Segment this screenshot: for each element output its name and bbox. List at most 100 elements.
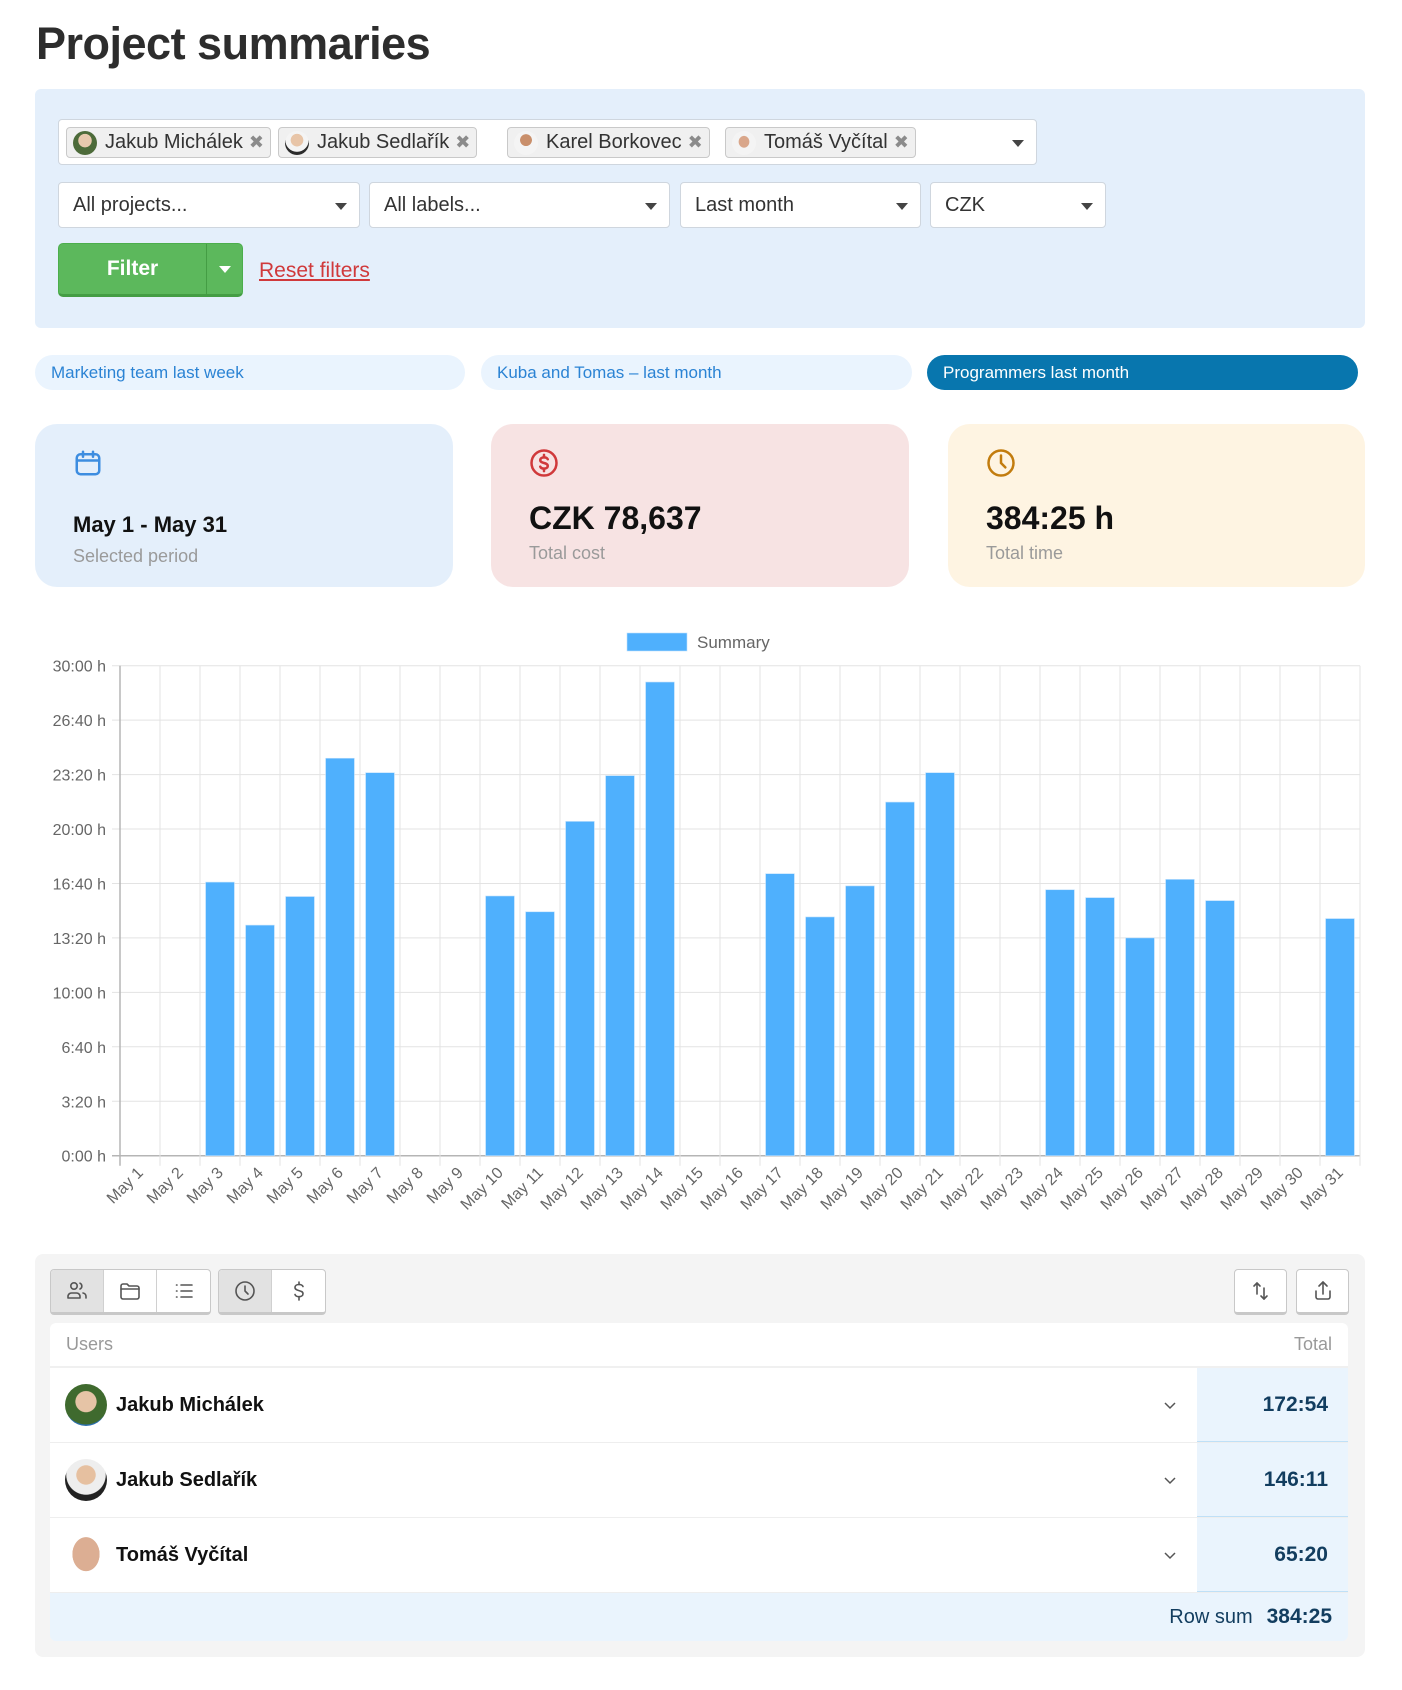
user-avatar [732,130,756,155]
list-icon [175,1284,193,1298]
group-by-tasks-button[interactable] [157,1270,210,1312]
bar-may-7 [365,772,395,1156]
x-tick-label: May 5 [264,1164,307,1207]
bar-may-26 [1125,937,1155,1156]
user-name: Jakub Michálek [116,1393,264,1416]
labels-select-value: All labels... [384,193,481,216]
dollar-icon [293,1281,304,1301]
bar-may-14 [645,681,675,1156]
users-summary-table: Users Total Jakub Michálek 172:54 Jakub … [50,1323,1348,1641]
bar-may-10 [485,895,515,1157]
user-chip: Jakub Michálek ✖ [66,127,271,158]
expand-chevron-icon[interactable] [1163,1548,1177,1562]
remove-icon[interactable]: ✖ [455,132,470,153]
total-time-label: Total time [986,543,1064,563]
table-header: Users Total [50,1323,1348,1368]
x-tick-label: May 2 [144,1164,187,1207]
sort-button[interactable] [1234,1269,1287,1315]
bar-may-25 [1085,897,1115,1157]
saved-filter-tab-active[interactable]: Programmers last month [927,355,1358,390]
x-tick-label: May 14 [618,1164,667,1213]
total-cost-card: CZK 78,637 Total cost [491,424,909,587]
user-chip: Jakub Sedlařík ✖ [278,127,478,158]
x-tick-label: May 17 [738,1164,787,1213]
currency-select[interactable]: CZK [930,182,1106,228]
bar-may-17 [765,873,795,1156]
group-by-toolbar [50,1269,211,1315]
reset-filters-link[interactable]: Reset filters [259,259,370,283]
user-chip-label: Tomáš Vyčítal [764,131,888,153]
remove-icon[interactable]: ✖ [688,132,703,153]
metric-toolbar [218,1269,326,1315]
y-tick-label: 23:20 h [53,768,106,785]
x-tick-label: May 26 [1098,1164,1147,1213]
chevron-down-icon [1081,203,1093,210]
period-select[interactable]: Last month [680,182,921,228]
user-chip: Tomáš Vyčítal ✖ [725,127,916,158]
bar-may-18 [805,916,835,1157]
bar-may-21 [925,772,955,1156]
expand-chevron-icon[interactable] [1163,1473,1177,1487]
user-avatar [285,130,309,155]
x-tick-label: May 27 [1138,1164,1187,1213]
x-tick-label: May 11 [499,1164,547,1212]
table-row[interactable]: Tomáš Vyčítal 65:20 [50,1518,1348,1593]
x-tick-label: May 29 [1218,1164,1267,1213]
bar-may-12 [565,821,595,1156]
y-tick-label: 0:00 h [62,1149,106,1166]
bar-may-6 [325,757,355,1157]
user-name: Jakub Sedlařík [116,1468,258,1491]
metric-time-button[interactable] [219,1270,272,1312]
x-tick-label: May 22 [938,1164,987,1213]
bar-may-27 [1165,879,1195,1156]
x-tick-label: May 21 [898,1164,947,1213]
y-tick-label: 30:00 h [53,659,106,676]
x-tick-label: May 1 [104,1164,147,1207]
x-tick-label: May 24 [1018,1164,1067,1213]
currency-select-value: CZK [945,193,985,216]
user-total: 172:54 [1197,1368,1348,1442]
x-tick-label: May 25 [1058,1164,1107,1213]
saved-filter-tab[interactable]: Kuba and Tomas – last month [481,355,912,390]
export-button[interactable] [1296,1269,1349,1315]
y-tick-label: 26:40 h [53,713,106,730]
avatar [65,1534,107,1576]
y-tick-label: 3:20 h [62,1094,106,1111]
users-icon [67,1281,87,1299]
filter-button[interactable]: Filter [59,244,207,294]
remove-icon[interactable]: ✖ [249,132,264,153]
saved-filter-tab[interactable]: Marketing team last week [35,355,465,390]
bar-may-31 [1325,918,1355,1157]
expand-chevron-icon[interactable] [1163,1398,1177,1412]
x-tick-label: May 4 [224,1164,267,1207]
column-header-users: Users [66,1334,114,1354]
metric-cost-button[interactable] [272,1270,325,1312]
legend-label: Summary [697,633,770,652]
bar-may-20 [885,801,915,1156]
remove-icon[interactable]: ✖ [894,132,909,153]
table-row[interactable]: Jakub Sedlařík 146:11 [50,1443,1348,1518]
bar-may-11 [525,911,555,1156]
avatar [65,1459,107,1501]
users-multiselect[interactable]: Jakub Michálek ✖ Jakub Sedlařík ✖ Karel … [58,119,1037,165]
group-by-projects-button[interactable] [104,1270,157,1312]
total-time-card: 384:25 h Total time [948,424,1365,587]
chevron-down-icon[interactable] [1012,140,1024,147]
projects-select[interactable]: All projects... [58,182,360,228]
y-tick-label: 20:00 h [53,822,106,839]
group-by-users-button[interactable] [51,1270,104,1312]
calendar-icon [75,450,101,476]
table-row[interactable]: Jakub Michálek 172:54 [50,1368,1348,1443]
filter-dropdown-button[interactable] [207,244,242,294]
table-footer: Row sum 384:25 [50,1593,1348,1641]
x-tick-label: May 23 [978,1164,1027,1213]
x-tick-label: May 19 [818,1164,867,1213]
chevron-down-icon [335,203,347,210]
bar-may-3 [205,881,235,1157]
filter-button-group: Filter [58,243,243,297]
user-chip-label: Jakub Sedlařík [317,131,450,153]
x-tick-label: May 16 [698,1164,747,1213]
labels-select[interactable]: All labels... [369,182,670,228]
legend-swatch [626,632,688,652]
caret-down-icon [218,265,231,273]
